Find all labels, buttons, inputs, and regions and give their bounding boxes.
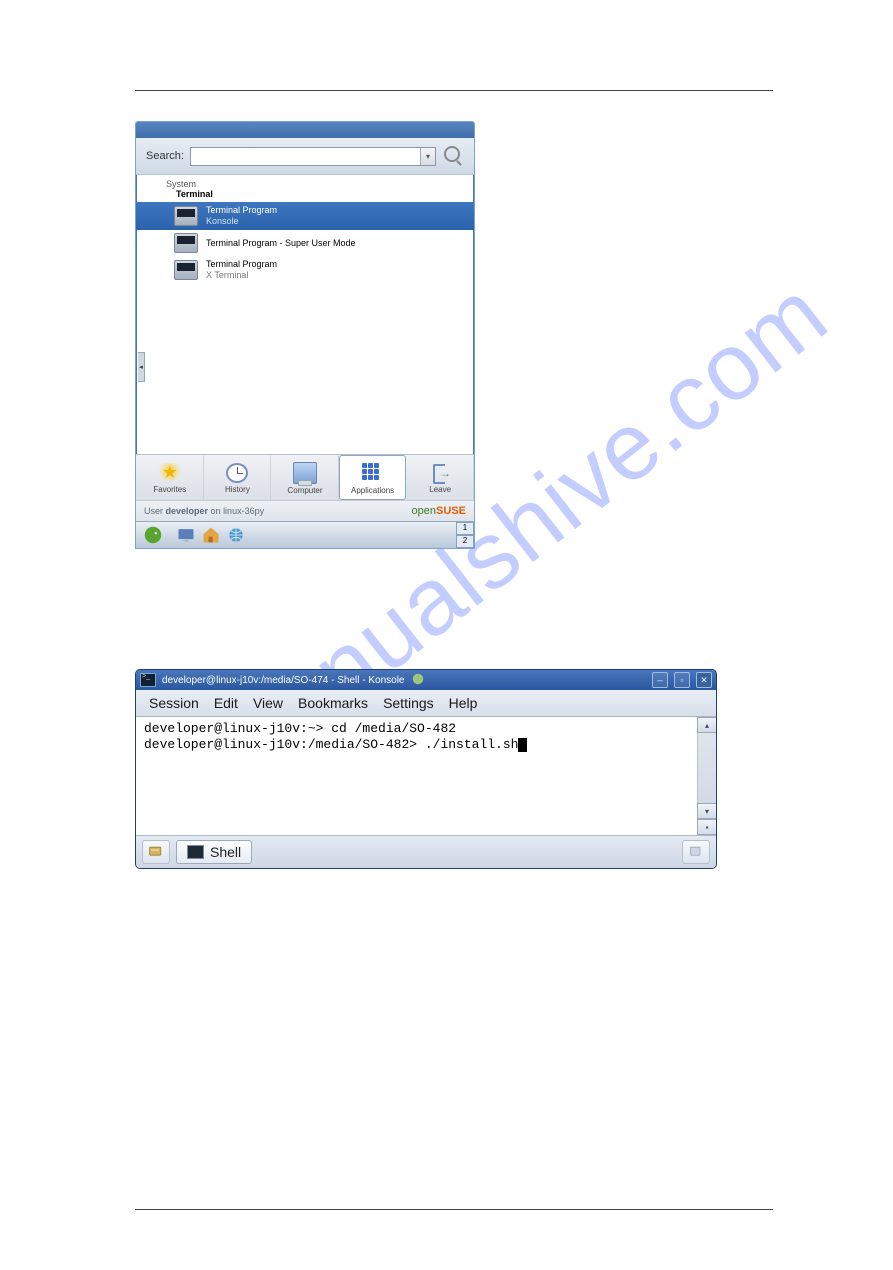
desktop-icon[interactable] — [176, 525, 196, 545]
gecko-menu-icon[interactable] — [136, 522, 170, 548]
tab-history[interactable]: History — [204, 455, 272, 500]
opensuse-logo: openSUSE — [412, 505, 466, 517]
terminal-icon — [174, 233, 198, 253]
terminal-icon — [174, 206, 198, 226]
scroll-up-button[interactable]: ▴ — [697, 717, 717, 733]
terminal-icon — [187, 845, 204, 859]
breadcrumb: System Terminal — [136, 175, 474, 199]
terminal-output[interactable]: developer@linux-j10v:~> cd /media/SO-482… — [136, 717, 697, 835]
app-list: Terminal Program Konsole Terminal Progra… — [136, 199, 474, 454]
taskbar: 1 2 — [136, 521, 474, 548]
app-item-su-terminal[interactable]: Terminal Program - Super User Mode — [136, 230, 474, 256]
search-field[interactable]: ▾ — [190, 147, 436, 166]
close-button[interactable]: ✕ — [696, 672, 712, 688]
menu-settings[interactable]: Settings — [383, 695, 434, 711]
search-icon[interactable] — [442, 145, 464, 167]
konsole-window: developer@linux-j10v:/media/SO-474 - She… — [135, 669, 717, 869]
window-title: developer@linux-j10v:/media/SO-474 - She… — [162, 675, 405, 686]
search-input[interactable] — [191, 148, 420, 165]
tab-bar: Shell — [136, 835, 716, 868]
tab-favorites[interactable]: Favorites — [136, 455, 204, 500]
breadcrumb-system: System — [166, 179, 466, 189]
menu-session[interactable]: Session — [149, 695, 199, 711]
grid-icon — [361, 462, 385, 484]
minimize-button[interactable]: – — [652, 672, 668, 688]
footer-user-host: User developer on linux-36py — [144, 506, 264, 516]
menu-footer: User developer on linux-36py openSUSE — [136, 500, 474, 521]
tab-label: History — [225, 485, 250, 494]
pager-1[interactable]: 1 — [456, 522, 474, 535]
top-rule — [135, 90, 773, 91]
quick-launch — [170, 522, 252, 548]
app-item-title: Terminal Program — [206, 259, 277, 270]
scroll-grip[interactable]: ▪ — [697, 819, 717, 835]
app-item-title: Terminal Program — [206, 205, 277, 216]
home-icon[interactable] — [201, 525, 221, 545]
menu-edit[interactable]: Edit — [214, 695, 238, 711]
menu-bookmarks[interactable]: Bookmarks — [298, 695, 368, 711]
breadcrumb-terminal: Terminal — [176, 189, 213, 199]
konsole-icon — [140, 673, 156, 687]
scrollbar[interactable]: ▴ ▾ ▪ — [697, 717, 716, 835]
window-titlebar[interactable]: developer@linux-j10v:/media/SO-474 - She… — [136, 670, 716, 690]
suse-app-menu: Search: ▾ System Terminal Terminal Progr… — [135, 121, 475, 549]
search-label: Search: — [146, 150, 184, 162]
tab-action-button[interactable] — [682, 840, 710, 864]
maximize-button[interactable]: ▫ — [674, 672, 690, 688]
globe-icon[interactable] — [226, 525, 246, 545]
computer-icon — [293, 462, 317, 484]
tab-label: Applications — [351, 486, 394, 495]
suse-tb-icon — [411, 672, 425, 689]
menu-help[interactable]: Help — [449, 695, 478, 711]
app-item-xterm[interactable]: Terminal Program X Terminal — [136, 256, 474, 284]
cursor — [518, 738, 527, 752]
search-dropdown-arrow[interactable]: ▾ — [420, 148, 435, 165]
terminal-area[interactable]: developer@linux-j10v:~> cd /media/SO-482… — [136, 717, 716, 835]
clock-icon — [226, 463, 248, 483]
pager-2[interactable]: 2 — [456, 535, 474, 548]
menubar: Session Edit View Bookmarks Settings Hel… — [136, 690, 716, 717]
tab-label: Computer — [287, 486, 322, 495]
app-item-sub: X Terminal — [206, 270, 277, 281]
menu-titlebar — [136, 122, 474, 138]
tab-label: Favorites — [153, 485, 186, 494]
tab-applications[interactable]: Applications — [339, 455, 407, 500]
bottom-rule — [135, 1209, 773, 1210]
shell-tab[interactable]: Shell — [176, 840, 252, 864]
new-tab-button[interactable] — [142, 840, 170, 864]
tab-leave[interactable]: Leave — [406, 455, 474, 500]
terminal-icon — [174, 260, 198, 280]
search-row: Search: ▾ — [136, 138, 474, 175]
app-item-konsole[interactable]: Terminal Program Konsole — [136, 202, 474, 230]
tab-label: Leave — [429, 485, 451, 494]
collapse-handle[interactable]: ◂ — [138, 352, 145, 382]
star-icon — [159, 463, 181, 483]
tab-computer[interactable]: Computer — [271, 455, 339, 500]
desktop-pager[interactable]: 1 2 — [456, 522, 474, 548]
scroll-down-button[interactable]: ▾ — [697, 803, 717, 819]
app-item-sub: Konsole — [206, 216, 277, 227]
menu-view[interactable]: View — [253, 695, 283, 711]
shell-tab-label: Shell — [210, 844, 241, 860]
category-tabs: Favorites History Computer Applications … — [136, 454, 474, 500]
leave-icon — [429, 463, 451, 483]
app-item-title: Terminal Program - Super User Mode — [206, 238, 356, 249]
